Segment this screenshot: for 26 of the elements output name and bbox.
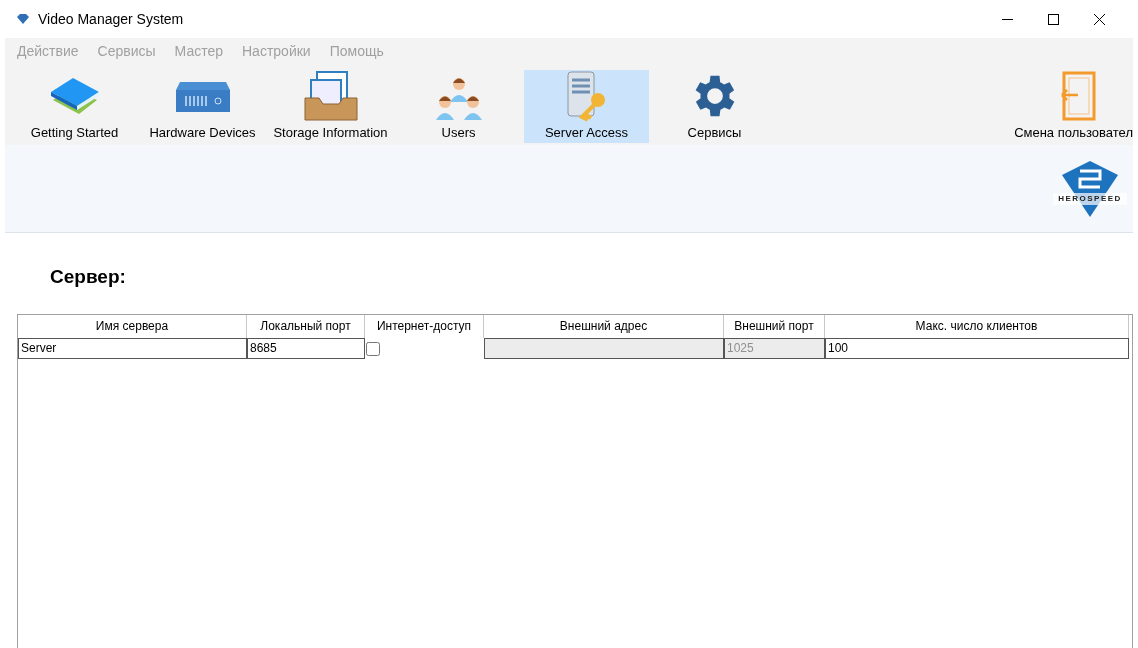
section-title: Сервер: [49, 265, 127, 289]
checkbox[interactable] [366, 341, 380, 356]
column-header: Имя сервера [18, 314, 247, 338]
table-cell-field[interactable]: 8685 [247, 337, 365, 359]
window-title: Video Manager System [38, 9, 184, 29]
table-cell-field[interactable]: Server [18, 337, 247, 359]
toolbar-button[interactable]: Сервисы [652, 70, 777, 143]
maximize-icon [1047, 13, 1059, 25]
toolbar-button[interactable]: Hardware Devices [140, 70, 265, 143]
switch-user-button[interactable]: Смена пользовател [1014, 70, 1133, 143]
toolbar-button[interactable]: Server Access [524, 70, 649, 143]
column-header: Макс. число клиентов [825, 314, 1129, 338]
column-header: Интернет-доступ [365, 314, 484, 338]
minimize-icon [1001, 18, 1013, 20]
toolbar-button[interactable]: Getting Started [12, 70, 137, 143]
column-header: Внешний порт [724, 314, 825, 338]
table-cell-field[interactable]: 100 [825, 337, 1129, 359]
column-header: Внешний адрес [484, 314, 724, 338]
diamond-logo-icon [16, 13, 30, 25]
toolbar-button[interactable]: Storage Information [268, 70, 393, 143]
close-icon [1093, 13, 1105, 25]
document-tray-icon [302, 70, 359, 123]
brand-logo: HEROSPEED [1053, 157, 1127, 220]
toolbar-button[interactable]: Users [396, 70, 521, 143]
column-header: Локальный порт [247, 314, 365, 338]
exit-door-icon [1060, 71, 1096, 122]
